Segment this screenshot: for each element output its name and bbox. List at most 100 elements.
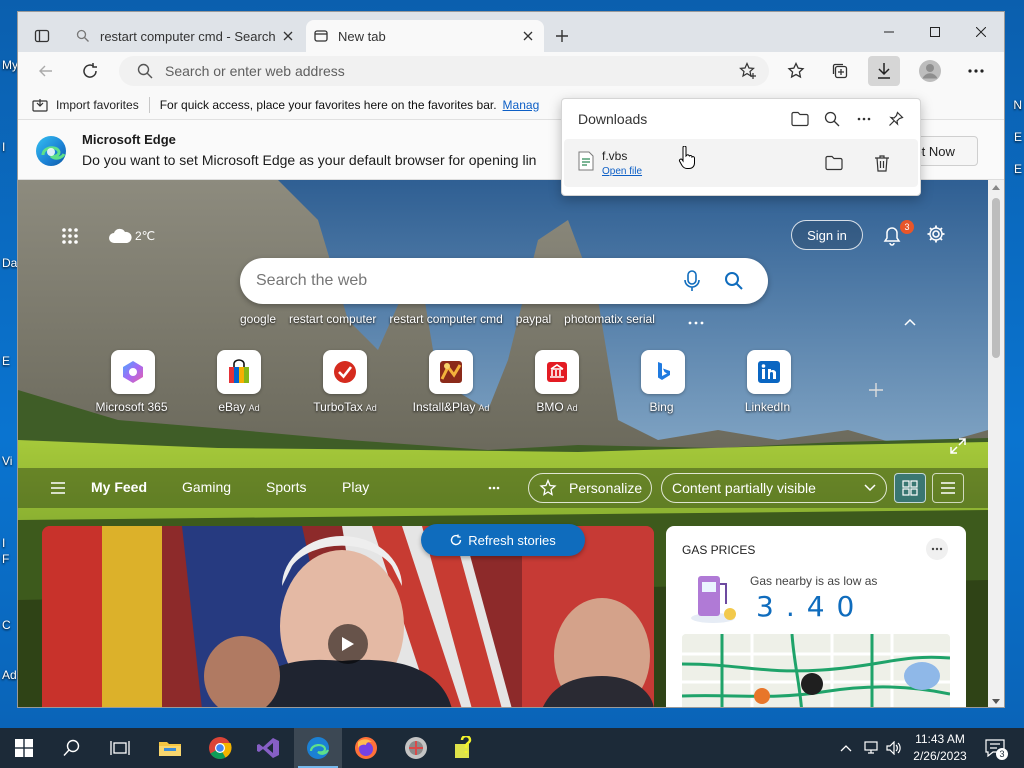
expand-fullscreen-icon[interactable] bbox=[948, 436, 968, 456]
quick-link-tile[interactable]: TurboTax Ad bbox=[300, 350, 390, 414]
web-search-input[interactable] bbox=[256, 272, 656, 290]
close-tab-icon[interactable] bbox=[280, 28, 296, 44]
microphone-icon[interactable] bbox=[684, 270, 700, 292]
refresh-stories-button[interactable]: Refresh stories bbox=[421, 524, 585, 556]
settings-more-icon[interactable] bbox=[960, 56, 992, 86]
tab-newtab[interactable]: New tab bbox=[306, 20, 544, 52]
quick-link-tile[interactable]: BMO Ad bbox=[512, 350, 602, 414]
personalize-button[interactable]: Personalize bbox=[528, 473, 652, 503]
profile-avatar[interactable] bbox=[914, 56, 946, 86]
web-search-box[interactable] bbox=[240, 258, 768, 304]
back-button[interactable] bbox=[30, 56, 62, 86]
show-in-folder-icon[interactable] bbox=[820, 149, 848, 177]
visual-studio-icon[interactable] bbox=[244, 728, 292, 768]
desktop-icon-label[interactable]: Da bbox=[2, 256, 17, 270]
weather-widget[interactable]: 2℃ bbox=[108, 226, 155, 246]
import-favorites-button[interactable]: Import favorites bbox=[32, 98, 139, 112]
show-hidden-icons-chevron-icon[interactable] bbox=[836, 728, 856, 768]
page-scrollbar[interactable] bbox=[988, 180, 1004, 707]
refresh-button[interactable] bbox=[74, 56, 106, 86]
list-layout-icon[interactable] bbox=[932, 473, 964, 503]
maximize-button[interactable] bbox=[912, 12, 958, 52]
card-more-options-icon[interactable] bbox=[926, 538, 948, 560]
minimize-button[interactable] bbox=[866, 12, 912, 52]
app-globe-icon[interactable] bbox=[392, 728, 440, 768]
quick-link-tile[interactable]: Install&Play Ad bbox=[406, 350, 496, 414]
more-options-icon[interactable] bbox=[850, 105, 878, 133]
firefox-icon[interactable] bbox=[342, 728, 390, 768]
gas-map-image[interactable] bbox=[682, 634, 950, 707]
open-file-link[interactable]: Open file bbox=[602, 166, 642, 177]
desktop-icon-label[interactable]: Ad bbox=[2, 668, 17, 682]
manage-favorites-link[interactable]: Manag bbox=[503, 98, 540, 112]
tab-sports[interactable]: Sports bbox=[266, 479, 306, 495]
pin-icon[interactable] bbox=[882, 105, 910, 133]
quick-link-tile[interactable]: eBay Ad bbox=[194, 350, 284, 414]
search-downloads-icon[interactable] bbox=[818, 105, 846, 133]
system-clock[interactable]: 11:43 AM 2/26/2023 bbox=[906, 731, 974, 765]
play-video-icon[interactable] bbox=[328, 624, 368, 664]
address-input[interactable] bbox=[165, 63, 725, 79]
tab-play[interactable]: Play bbox=[342, 479, 369, 495]
quick-search-link[interactable]: google bbox=[240, 312, 276, 326]
delete-trash-icon[interactable] bbox=[868, 149, 896, 177]
quick-search-link[interactable]: photomatix serial bbox=[564, 312, 655, 326]
volume-icon[interactable] bbox=[884, 728, 904, 768]
add-favorite-icon[interactable] bbox=[739, 62, 757, 80]
task-view-icon[interactable] bbox=[96, 728, 144, 768]
search-submit-icon[interactable] bbox=[724, 271, 744, 291]
quick-search-link[interactable]: paypal bbox=[516, 312, 551, 326]
chrome-icon[interactable] bbox=[196, 728, 244, 768]
scroll-down-arrow-icon[interactable] bbox=[992, 699, 1000, 705]
help-app-icon[interactable] bbox=[440, 728, 488, 768]
close-window-button[interactable] bbox=[958, 12, 1004, 52]
desktop-icon-label[interactable]: E bbox=[2, 354, 10, 368]
grid-layout-icon[interactable] bbox=[894, 473, 926, 503]
page-settings-gear-icon[interactable] bbox=[924, 222, 948, 246]
quick-link-tile[interactable]: Microsoft 365 bbox=[88, 350, 178, 414]
desktop-icon-label[interactable]: Vi bbox=[2, 454, 12, 468]
desktop-icon-label[interactable]: E bbox=[1014, 162, 1022, 176]
tab-my-feed[interactable]: My Feed bbox=[91, 479, 147, 495]
collapse-chevron-up-icon[interactable] bbox=[900, 312, 920, 332]
file-explorer-icon[interactable] bbox=[146, 728, 194, 768]
new-tab-button[interactable] bbox=[550, 24, 574, 48]
desktop-icon-label[interactable]: N bbox=[1013, 98, 1022, 112]
scroll-up-arrow-icon[interactable] bbox=[992, 184, 1000, 190]
gas-prices-card[interactable]: GAS PRICES Gas nearby is as low as 3.40 bbox=[666, 526, 966, 707]
network-icon[interactable] bbox=[860, 728, 884, 768]
more-searches-icon[interactable] bbox=[686, 316, 706, 330]
quick-link-tile[interactable]: Bing bbox=[618, 350, 708, 414]
quick-search-link[interactable]: restart computer cmd bbox=[389, 312, 502, 326]
desktop-icon-label[interactable]: I bbox=[2, 140, 5, 154]
desktop-icon-label[interactable]: My bbox=[2, 58, 18, 72]
collections-button[interactable] bbox=[824, 56, 856, 86]
taskbar-search-icon[interactable] bbox=[48, 728, 96, 768]
desktop-icon-label[interactable]: E bbox=[1014, 130, 1022, 144]
quick-link-tile[interactable]: LinkedIn bbox=[724, 350, 814, 414]
sign-in-button[interactable]: Sign in bbox=[791, 220, 863, 250]
action-center-icon[interactable]: 3 bbox=[980, 728, 1010, 768]
more-tabs-icon[interactable] bbox=[486, 481, 502, 495]
add-site-plus-icon[interactable] bbox=[864, 378, 888, 402]
close-tab-icon[interactable] bbox=[520, 28, 536, 44]
tab-actions-icon[interactable] bbox=[30, 24, 54, 48]
scrollbar-thumb[interactable] bbox=[992, 198, 1000, 358]
quick-search-link[interactable]: restart computer bbox=[289, 312, 376, 326]
downloads-button[interactable] bbox=[868, 56, 900, 86]
favorites-button[interactable] bbox=[780, 56, 812, 86]
feed-menu-hamburger-icon[interactable] bbox=[48, 478, 68, 498]
desktop-icon-label[interactable]: C bbox=[2, 618, 11, 632]
start-windows-icon[interactable] bbox=[0, 728, 48, 768]
feed-navigation: My Feed Gaming Sports Play Personalize C… bbox=[18, 468, 988, 508]
address-bar[interactable] bbox=[119, 56, 769, 86]
content-visibility-dropdown[interactable]: Content partially visible bbox=[661, 473, 887, 503]
tab-gaming[interactable]: Gaming bbox=[182, 479, 231, 495]
download-item[interactable]: f.vbs Open file bbox=[564, 139, 918, 187]
edge-taskbar-icon[interactable] bbox=[294, 728, 342, 768]
tab-search[interactable]: restart computer cmd - Search bbox=[68, 20, 304, 52]
open-downloads-folder-icon[interactable] bbox=[786, 105, 814, 133]
desktop-icon-label[interactable]: I bbox=[2, 536, 5, 550]
desktop-icon-label[interactable]: F bbox=[2, 552, 9, 566]
apps-grid-icon[interactable] bbox=[58, 224, 82, 248]
